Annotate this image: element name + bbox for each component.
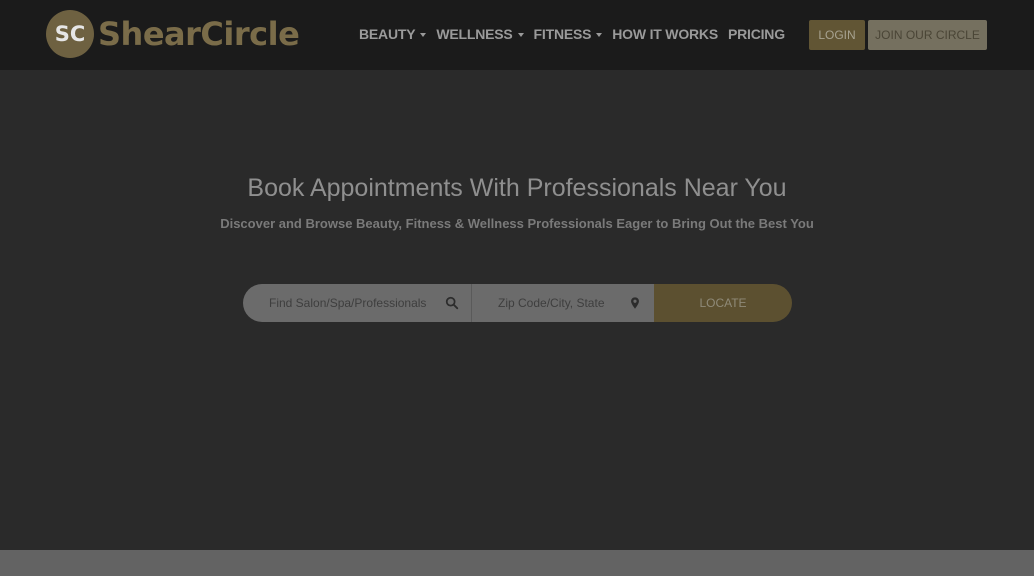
caret-down-icon bbox=[596, 32, 603, 37]
hero-section: Book Appointments With Professionals Nea… bbox=[0, 70, 1034, 550]
main-nav: BEAUTY WELLNESS FITNESS HOW IT WORKS PRI… bbox=[359, 26, 795, 42]
caret-down-icon bbox=[420, 32, 427, 37]
nav-item-label: FITNESS bbox=[533, 26, 592, 42]
footer-strip bbox=[0, 550, 1034, 576]
nav-item-label: BEAUTY bbox=[359, 26, 416, 42]
login-button[interactable]: LOGIN bbox=[809, 20, 865, 50]
nav-item-beauty[interactable]: BEAUTY bbox=[359, 26, 427, 42]
join-our-circle-button[interactable]: JOIN OUR CIRCLE bbox=[868, 20, 987, 50]
caret-down-icon bbox=[517, 32, 524, 37]
search-icon[interactable] bbox=[445, 296, 459, 310]
hero-subtitle: Discover and Browse Beauty, Fitness & We… bbox=[220, 216, 814, 231]
logo-badge: SC bbox=[46, 10, 94, 58]
search-form: LOCATE bbox=[243, 284, 792, 322]
nav-item-how-it-works[interactable]: HOW IT WORKS bbox=[612, 26, 718, 42]
hero-title: Book Appointments With Professionals Nea… bbox=[247, 174, 787, 202]
map-marker-icon bbox=[631, 297, 639, 309]
locate-button[interactable]: LOCATE bbox=[654, 284, 792, 322]
top-navbar: SC ShearCircle BEAUTY WELLNESS FITNESS H… bbox=[0, 0, 1034, 70]
location-search-input[interactable] bbox=[498, 296, 628, 310]
nav-item-fitness[interactable]: FITNESS bbox=[534, 26, 603, 42]
nav-item-wellness[interactable]: WELLNESS bbox=[436, 26, 524, 42]
logo-wordmark: ShearCircle bbox=[98, 15, 300, 53]
location-search-field bbox=[471, 284, 654, 322]
service-search-field bbox=[243, 284, 471, 322]
nav-item-pricing[interactable]: PRICING bbox=[728, 26, 785, 42]
nav-item-label: WELLNESS bbox=[436, 26, 513, 42]
nav-item-label: HOW IT WORKS bbox=[612, 26, 718, 42]
nav-item-label: PRICING bbox=[727, 26, 785, 42]
site-logo[interactable]: SC ShearCircle bbox=[46, 10, 300, 58]
service-search-input[interactable] bbox=[269, 296, 429, 310]
